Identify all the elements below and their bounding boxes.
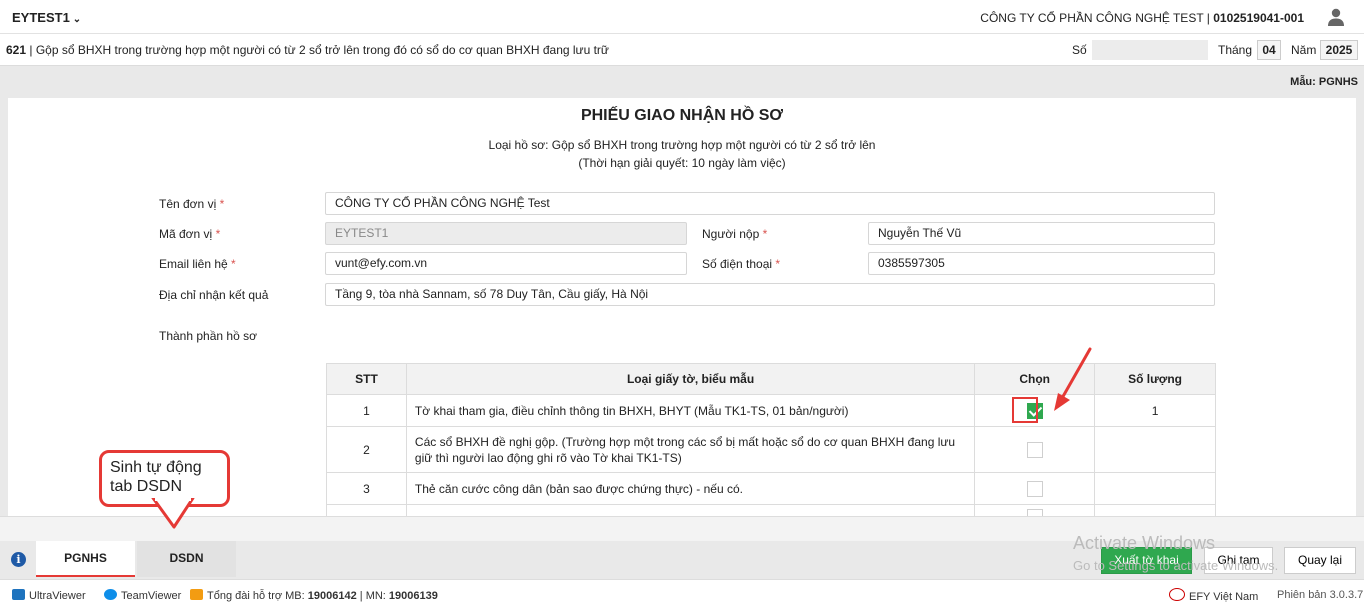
checkbox[interactable] [1026,480,1043,497]
red-arrow-annotation [1054,347,1092,411]
declaration-code: 621 [6,43,27,57]
table-row [326,504,1216,516]
template-bar: Mẫu: PGNHS [0,66,1364,98]
row-desc: Tờ khai tham gia, điều chỉnh thông tin B… [405,394,976,427]
row-qty[interactable] [1094,504,1216,516]
email-label: Email liên hệ * [159,257,236,271]
windows-activation-hint: Go to Settings to activate Windows. [1073,558,1279,573]
sdt-input[interactable]: 0385597305 [868,252,1215,275]
row-desc: Các sổ BHXH đề nghị gộp. (Trường hợp một… [405,426,976,473]
form-title: PHIẾU GIAO NHẬN HỒ SƠ [580,107,784,124]
row-qty[interactable] [1094,472,1216,505]
template-label: Mẫu: PGNHS [1290,76,1358,88]
company-name: CÔNG TY CỔ PHẦN CÔNG NGHỆ TEST [980,11,1204,25]
ultraviewer-link[interactable]: UltraViewer [12,589,86,602]
row-qty[interactable]: 1 [1094,394,1216,427]
so-label: Số [1072,43,1087,57]
efy-brand: EFY Việt Nam [1169,588,1258,603]
row-select-cell [974,504,1096,516]
teamviewer-link[interactable]: TeamViewer [104,589,181,602]
thang-input[interactable]: 04 [1257,40,1281,60]
col-stt: STT [326,363,407,395]
ten-don-vi-label: Tên đơn vị * [159,197,225,211]
row-stt: 2 [326,426,407,473]
thang-label: Tháng [1218,43,1253,57]
row-desc: Thẻ căn cước công dân (bản sao được chứn… [405,472,976,505]
nguoi-nop-label: Người nộp * [702,227,768,241]
nam-input[interactable]: 2025 [1320,40,1358,60]
phone-icon [190,589,203,600]
monitor-icon [12,589,25,600]
ma-don-vi-input: EYTEST1 [325,222,687,245]
row-qty[interactable] [1094,426,1216,473]
company-info: CÔNG TY CỔ PHẦN CÔNG NGHỆ TEST | 0102519… [980,11,1304,25]
nam-label: Năm [1291,43,1317,57]
row-select-cell [974,426,1096,473]
so-input[interactable] [1092,40,1208,60]
sdt-label: Số điện thoại * [702,257,781,271]
dia-chi-input[interactable]: Tầng 9, tòa nhà Sannam, số 78 Duy Tân, C… [325,283,1215,306]
col-so-luong: Số lượng [1094,363,1216,395]
version-label: Phiên bản 3.0.3.7 [1277,589,1364,601]
declaration-name: Gộp sổ BHXH trong trường hợp một người c… [35,43,609,57]
hotline-info: Tổng đài hỗ trợ MB: 19006142 | MN: 19006… [190,589,438,602]
user-icon[interactable] [1326,7,1346,27]
tab-pgnhs[interactable]: PGNHS [36,541,135,577]
chevron-down-icon: ⌄ [72,14,82,25]
tab-dsdn[interactable]: DSDN [137,541,236,577]
row-stt: 1 [326,394,407,427]
tenant-name: EYTEST1 [12,10,70,25]
row-select-cell [974,472,1096,505]
checkbox[interactable] [1026,441,1043,458]
declaration-header: 621 | Gộp sổ BHXH trong trường hợp một n… [0,34,1364,66]
windows-activation-title: Activate Windows [1073,533,1216,553]
callout-tail [151,498,195,529]
thanh-phan-label: Thành phần hồ sơ [159,329,257,343]
top-bar: EYTEST1 ⌄ CÔNG TY CỔ PHẦN CÔNG NGHỆ TEST … [0,0,1364,34]
info-icon[interactable]: i [11,552,26,567]
row-stt: 3 [326,472,407,505]
processing-time: (Thời hạn giải quyết: 10 ngày làm việc) [578,156,786,170]
teamviewer-icon [104,589,117,600]
row-desc [405,504,976,516]
table-row: 2 Các sổ BHXH đề nghị gộp. (Trường hợp m… [326,426,1216,473]
document-type: Loại hồ sơ: Gộp sổ BHXH trong trường hợp… [488,138,876,152]
row-stt [326,504,407,516]
dia-chi-label: Địa chỉ nhận kết quả [159,288,269,302]
checkbox[interactable] [1026,509,1043,516]
nguoi-nop-input[interactable]: Nguyễn Thế Vũ [868,222,1215,245]
email-input[interactable]: vunt@efy.com.vn [325,252,687,275]
table-row: 3 Thẻ căn cước công dân (bản sao được ch… [326,472,1216,505]
declaration-title: 621 | Gộp sổ BHXH trong trường hợp một n… [6,43,609,57]
tax-code: 0102519041-001 [1213,11,1304,25]
tenant-selector[interactable]: EYTEST1 ⌄ [12,10,81,25]
ten-don-vi-input[interactable]: CÔNG TY CỔ PHẦN CÔNG NGHỆ Test [325,192,1215,215]
efy-logo-icon [1169,588,1185,601]
col-loai-giay-to: Loại giấy tờ, biểu mẫu [405,363,976,395]
ma-don-vi-label: Mã đơn vị * [159,227,221,241]
footer: UltraViewer TeamViewer Tổng đài hỗ trợ M… [0,579,1364,607]
checkbox-highlight-annotation [1012,397,1038,423]
back-button[interactable]: Quay lại [1284,547,1356,574]
